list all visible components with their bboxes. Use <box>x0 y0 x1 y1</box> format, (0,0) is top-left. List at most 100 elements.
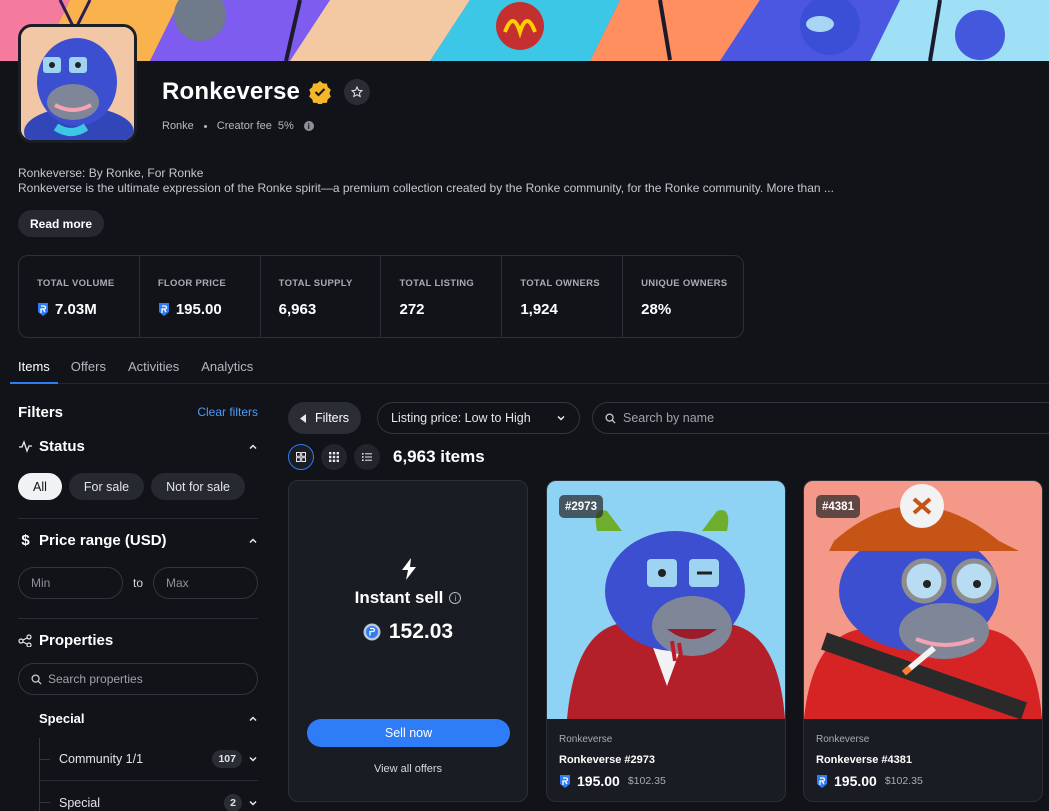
property-item[interactable]: Special 2 <box>39 781 258 811</box>
star-icon <box>351 86 364 98</box>
grid-small-view-button[interactable] <box>321 444 347 470</box>
nft-price-usd: $102.35 <box>884 775 923 787</box>
nft-name: Ronkeverse #4381 <box>816 754 913 766</box>
nft-price: 195.00 <box>834 773 877 789</box>
read-more-button[interactable]: Read more <box>18 210 105 237</box>
lightning-icon <box>402 558 416 580</box>
collection-description: Ronkeverse: By Ronke, For Ronke Ronkever… <box>18 166 834 196</box>
properties-section-header[interactable]: Properties <box>18 632 258 649</box>
nft-card[interactable]: #2973 Ronkeverse Ronkeverse #2973 195.00… <box>546 480 786 802</box>
stat-label: FLOOR PRICE <box>157 278 227 289</box>
chevron-up-icon <box>249 715 257 721</box>
collection-tagline: Ronkeverse: By Ronke, For Ronke <box>18 166 204 180</box>
stat-total-volume: TOTAL VOLUME 7.03M <box>19 256 140 337</box>
status-all-pill[interactable]: All <box>18 473 62 500</box>
nft-price-row: 195.00 $102.35 <box>559 773 666 789</box>
stat-label: TOTAL OWNERS <box>520 278 600 289</box>
status-section-header[interactable]: Status <box>18 438 258 455</box>
stat-value: 6,963 <box>278 301 317 318</box>
tab-activities[interactable]: Activities <box>128 353 179 384</box>
instant-sell-price: 152.03 <box>388 620 454 643</box>
stat-value-row: 7.03M <box>37 301 139 318</box>
status-options: All For sale Not for sale <box>18 473 258 500</box>
creator-fee-value: 5% <box>277 120 294 132</box>
properties-icon <box>18 634 32 647</box>
nft-collection: Ronkeverse <box>816 734 870 745</box>
price-range: Min to Max <box>18 567 259 599</box>
property-count: 2 <box>224 793 242 811</box>
stat-value: 7.03M <box>55 301 97 318</box>
favorite-button[interactable] <box>344 79 371 105</box>
property-name: Community 1/1 <box>59 752 144 766</box>
ron-currency-icon <box>38 303 48 316</box>
grid-small-icon <box>329 452 339 462</box>
nft-token-tag: #2973 <box>559 495 603 518</box>
properties-title: Properties <box>39 632 114 649</box>
filters-sidebar: Filters Clear filters Status All For sal… <box>18 400 259 811</box>
wron-token-icon <box>363 623 381 641</box>
chevron-up-icon <box>249 443 257 449</box>
range-to-label: to <box>133 576 144 590</box>
price-max-input[interactable]: Max <box>153 567 259 599</box>
clear-filters-link[interactable]: Clear filters <box>197 405 258 419</box>
creator-link[interactable]: Ronke <box>162 120 194 132</box>
caret-left-icon <box>300 413 306 423</box>
items-count: 6,963 items <box>393 447 485 466</box>
nft-price-usd: $102.35 <box>627 775 666 787</box>
ron-currency-icon <box>817 774 827 788</box>
stat-label: TOTAL LISTING <box>399 278 475 289</box>
search-properties-input[interactable]: Search properties <box>18 663 258 695</box>
chevron-down-icon <box>249 800 257 806</box>
chevron-up-icon <box>249 537 257 543</box>
collection-banner <box>0 0 1049 61</box>
creator-fee-label: Creator fee <box>216 120 272 132</box>
toggle-filters-button[interactable]: Filters <box>288 402 362 434</box>
info-icon[interactable]: i <box>303 121 314 131</box>
tab-offers[interactable]: Offers <box>71 353 106 384</box>
instant-sell-title-row: Instant sell i <box>289 588 527 608</box>
nft-price: 195.00 <box>577 773 620 789</box>
stat-label: UNIQUE OWNERS <box>641 278 728 289</box>
sort-select[interactable]: Listing price: Low to High <box>377 402 580 434</box>
nft-collection: Ronkeverse <box>559 734 613 745</box>
dollar-icon: $ <box>21 532 30 549</box>
grid-large-view-button[interactable] <box>288 444 314 470</box>
sort-value: Listing price: Low to High <box>391 411 531 425</box>
stat-value: 272 <box>399 301 425 318</box>
stat-floor-price: FLOOR PRICE 195.00 <box>140 256 261 337</box>
price-section-header[interactable]: $ Price range (USD) <box>18 532 258 549</box>
verified-badge-icon <box>309 81 331 104</box>
list-view-button[interactable] <box>354 444 380 470</box>
section-divider <box>18 518 258 519</box>
status-not-for-sale-pill[interactable]: Not for sale <box>151 473 245 500</box>
search-by-name-input[interactable]: Search by name <box>592 402 1049 434</box>
view-all-offers-link[interactable]: View all offers <box>289 763 527 775</box>
chevron-down-icon <box>249 756 257 762</box>
list-icon <box>362 453 372 461</box>
collection-header: Ronkeverse <box>162 78 371 106</box>
tab-analytics[interactable]: Analytics <box>201 353 253 384</box>
property-group-special[interactable]: Special <box>18 711 258 726</box>
tab-items[interactable]: Items <box>10 353 58 384</box>
stat-label: TOTAL VOLUME <box>37 278 115 289</box>
collection-avatar <box>18 24 137 143</box>
filters-title: Filters <box>18 403 64 421</box>
stat-label: TOTAL SUPPLY <box>278 278 353 289</box>
stat-total-listing: TOTAL LISTING 272 <box>381 256 503 337</box>
collection-name: Ronkeverse <box>162 78 301 105</box>
stat-total-owners: TOTAL OWNERS 1,924 <box>502 256 624 337</box>
price-min-input[interactable]: Min <box>18 567 123 599</box>
collection-description-text: Ronkeverse is the ultimate expression of… <box>18 181 834 195</box>
sell-now-button[interactable]: Sell now <box>307 719 510 747</box>
stat-total-supply: TOTAL SUPPLY 6,963 <box>261 256 382 337</box>
property-name: Special <box>59 795 100 810</box>
property-item[interactable]: Community 1/1 107 <box>39 738 258 781</box>
stat-unique-owners: UNIQUE OWNERS 28% <box>623 256 743 337</box>
price-title: Price range (USD) <box>39 532 167 549</box>
status-for-sale-pill[interactable]: For sale <box>68 473 145 500</box>
activity-icon <box>19 440 32 453</box>
view-toggle <box>288 444 380 470</box>
filters-header: Filters Clear filters <box>18 400 258 424</box>
info-icon[interactable]: i <box>449 592 462 604</box>
nft-card[interactable]: #4381 Ronkeverse Ronkeverse #4381 195.00… <box>803 480 1043 802</box>
